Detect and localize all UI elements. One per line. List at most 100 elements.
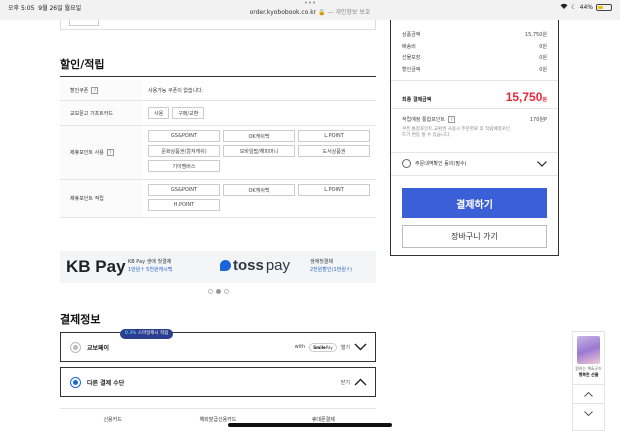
ok-cashbag-earn-button[interactable]: OK캐쉬백 — [223, 184, 295, 196]
kb-line1: KB Pay 생애 첫결제 — [128, 259, 172, 265]
with-text: with — [294, 344, 306, 350]
summary-label: 할인금액 — [402, 66, 421, 73]
partner-use-grid: GS&POINT OK캐쉬백 L.POINT 문화상품권(컬쳐캐쉬) 모바일팝/… — [148, 130, 370, 172]
gift-floating-widget[interactable]: 원하는 책&굿즈 행복한 선물 — [572, 331, 605, 431]
tab-overseas-card[interactable]: 해외발급신용카드 — [165, 409, 270, 431]
summary-value: 0원 — [539, 66, 547, 73]
summary-value: 0원 — [539, 43, 547, 50]
partner-use-label: 제휴포인트 사용 — [70, 150, 104, 156]
chevron-down-icon[interactable] — [537, 160, 547, 167]
kb-pay-logo: KB Pay — [66, 257, 126, 276]
l-point-button[interactable]: L.POINT — [298, 130, 370, 142]
mobile-pop-button[interactable]: 모바일팝/해피머니 — [223, 145, 295, 157]
partner-earn-grid: GS&POINT OK캐쉬백 L.POINT H.POINT — [148, 184, 370, 211]
book-voucher-button[interactable]: 도서상품권 — [298, 145, 370, 157]
points-note: 쿠폰,통합포인트,교환권 사용시 주문완료 후 적립예정포인트가 변동 될 수 … — [402, 127, 510, 138]
kyobo-pay-label: 교보페이 — [87, 344, 110, 352]
pagination-dot[interactable] — [207, 289, 213, 294]
partner-use-label-cell: 제휴포인트 사용 ? — [60, 126, 142, 179]
other-payment-option[interactable]: 다른 결제 수단 닫기 — [60, 367, 376, 397]
chevron-up-icon — [584, 391, 593, 397]
coupon-value: 사용가능 쿠폰이 없습니다. — [148, 87, 204, 94]
gs-point-earn-button[interactable]: GS&POINT — [148, 184, 220, 196]
status-indicators: ☾ 44% — [560, 3, 612, 11]
l-point-earn-button[interactable]: L.POINT — [298, 184, 370, 196]
summary-row-discount: 할인금액 0원 — [402, 64, 547, 76]
smilepay-logo: SmilePay — [309, 342, 337, 352]
total-amount: 15,750원 — [506, 90, 547, 104]
tab-mobile-payment[interactable]: 휴대폰결제 — [271, 409, 376, 431]
agree-checkbox[interactable] — [402, 159, 411, 168]
promo-banner[interactable]: KB Pay KB Pay 생애 첫결제 1만원↑ 5천원캐시백 toss pa… — [60, 251, 376, 283]
agree-label: 주문내역확인 동의(필수) — [415, 161, 467, 167]
toss-line1: 생애첫결제 — [310, 259, 334, 265]
expand-label[interactable]: 열기 — [341, 344, 350, 351]
total-value: 15,750 — [505, 90, 543, 104]
giftcard-label: 교보문고 기프트카드 — [60, 101, 142, 125]
pay-button[interactable]: 결제하기 — [402, 188, 547, 218]
giftcard-use-button[interactable]: 사용 — [148, 107, 170, 119]
banner-pagination — [0, 289, 436, 294]
summary-label: 배송비 — [402, 43, 416, 50]
address-bar[interactable]: order.kyobobook.co.kr 🔒 — 개인정보 보호 — [0, 7, 620, 16]
help-icon[interactable]: ? — [448, 116, 455, 123]
scroll-down-button[interactable] — [573, 403, 604, 422]
kyobo-pay-radio[interactable] — [70, 341, 81, 353]
battery-percent: 44% — [579, 3, 593, 11]
gift-thumbnail[interactable] — [577, 336, 600, 364]
giftcard-buttons: 사용 구매/교환 — [148, 107, 205, 119]
giftcard-buy-exchange-button[interactable]: 구매/교환 — [172, 107, 205, 119]
help-icon[interactable]: ? — [91, 86, 99, 94]
gift-line2: 행복한 선물 — [578, 372, 599, 377]
collapse-label[interactable]: 닫기 — [341, 379, 350, 386]
home-indicator[interactable] — [228, 423, 392, 427]
toss-logo-toss: toss — [233, 257, 264, 274]
scroll-up-button[interactable] — [573, 384, 604, 403]
chevron-up-icon[interactable] — [354, 378, 367, 386]
ok-cashbag-button[interactable]: OK캐쉬백 — [223, 130, 295, 142]
order-summary-panel: 상품금액 15,750원 배송비 0원 선물포장 0원 할인금액 0원 최종 결제금액 … — [390, 20, 559, 256]
summary-divider — [391, 175, 558, 176]
badge-text: 스마일캐시 적립 — [137, 331, 169, 336]
privacy-text: — 개인정보 보호 — [327, 9, 371, 16]
coupon-label: 할인쿠폰 — [70, 87, 89, 94]
culture-voucher-button[interactable]: 문화상품권(컬쳐캐쉬) — [148, 145, 220, 157]
smilepay-smile: Smile — [313, 344, 326, 350]
pagination-dot[interactable] — [223, 289, 229, 294]
moon-icon: ☾ — [571, 3, 577, 11]
toss-pay-text: 생애첫결제 2천원할인(1만원↑) — [310, 258, 352, 274]
wifi-icon — [560, 3, 568, 11]
address-area[interactable]: ••• order.kyobobook.co.kr 🔒 — 개인정보 보호 — [0, 0, 620, 16]
kyobo-pay-option[interactable]: 교보페이 with SmilePay 열기 — [60, 332, 376, 362]
kb-line2: 1만원↑ 5천원캐시백 — [128, 267, 173, 273]
go-to-cart-button[interactable]: 장바구니 가기 — [402, 225, 547, 248]
section-divider — [60, 76, 376, 77]
pagination-dot-active[interactable] — [215, 289, 221, 294]
chevron-down-icon[interactable] — [354, 343, 367, 351]
discount-section-title: 할인/적립 — [60, 58, 105, 71]
summary-label: 상품금액 — [402, 32, 421, 39]
discount-table: 할인쿠폰 ? 사용가능 쿠폰이 없습니다. 교보문고 기프트카드 사용 구매/교… — [60, 80, 376, 218]
gs-point-button[interactable]: GS&POINT — [148, 130, 220, 142]
points-value: 170원P — [529, 117, 547, 123]
h-point-earn-button[interactable]: H.POINT — [148, 199, 220, 211]
more-dots-icon[interactable]: ••• — [0, 0, 620, 7]
kb-pay-text: KB Pay 생애 첫결제 1만원↑ 5천원캐시백 — [128, 258, 172, 274]
partner-use-row: 제휴포인트 사용 ? GS&POINT OK캐쉬백 L.POINT 문화상품권(… — [60, 126, 376, 180]
help-icon[interactable]: ? — [106, 149, 114, 156]
summary-value: 0원 — [539, 55, 547, 62]
agreement-row[interactable]: 주문내역확인 동의(필수) — [402, 159, 547, 168]
payment-section-title: 결제정보 — [60, 313, 101, 326]
kia-members-button[interactable]: 기아멤버스 — [148, 160, 220, 172]
reward-points: 적립예정 통합포인트? 170원P 쿠폰,통합포인트,교환권 사용시 주문완료 … — [402, 116, 547, 139]
order-page: 할인/적립 할인쿠폰 ? 사용가능 쿠폰이 없습니다. 교보문고 기프트카드 사… — [0, 20, 620, 431]
lock-icon: 🔒 — [318, 9, 326, 16]
coupon-row: 할인쿠폰 ? 사용가능 쿠폰이 없습니다. — [60, 80, 376, 101]
chevron-down-icon — [584, 410, 593, 416]
tab-credit-card[interactable]: 신용카드 — [60, 409, 165, 431]
summary-row-shipping: 배송비 0원 — [402, 41, 547, 53]
battery-icon — [596, 3, 612, 11]
partner-earn-row: 제휴포인트 적립 GS&POINT OK캐쉬백 L.POINT H.POINT — [60, 180, 376, 218]
other-payment-radio[interactable] — [70, 376, 81, 388]
total-label: 최종 결제금액 — [402, 97, 432, 103]
